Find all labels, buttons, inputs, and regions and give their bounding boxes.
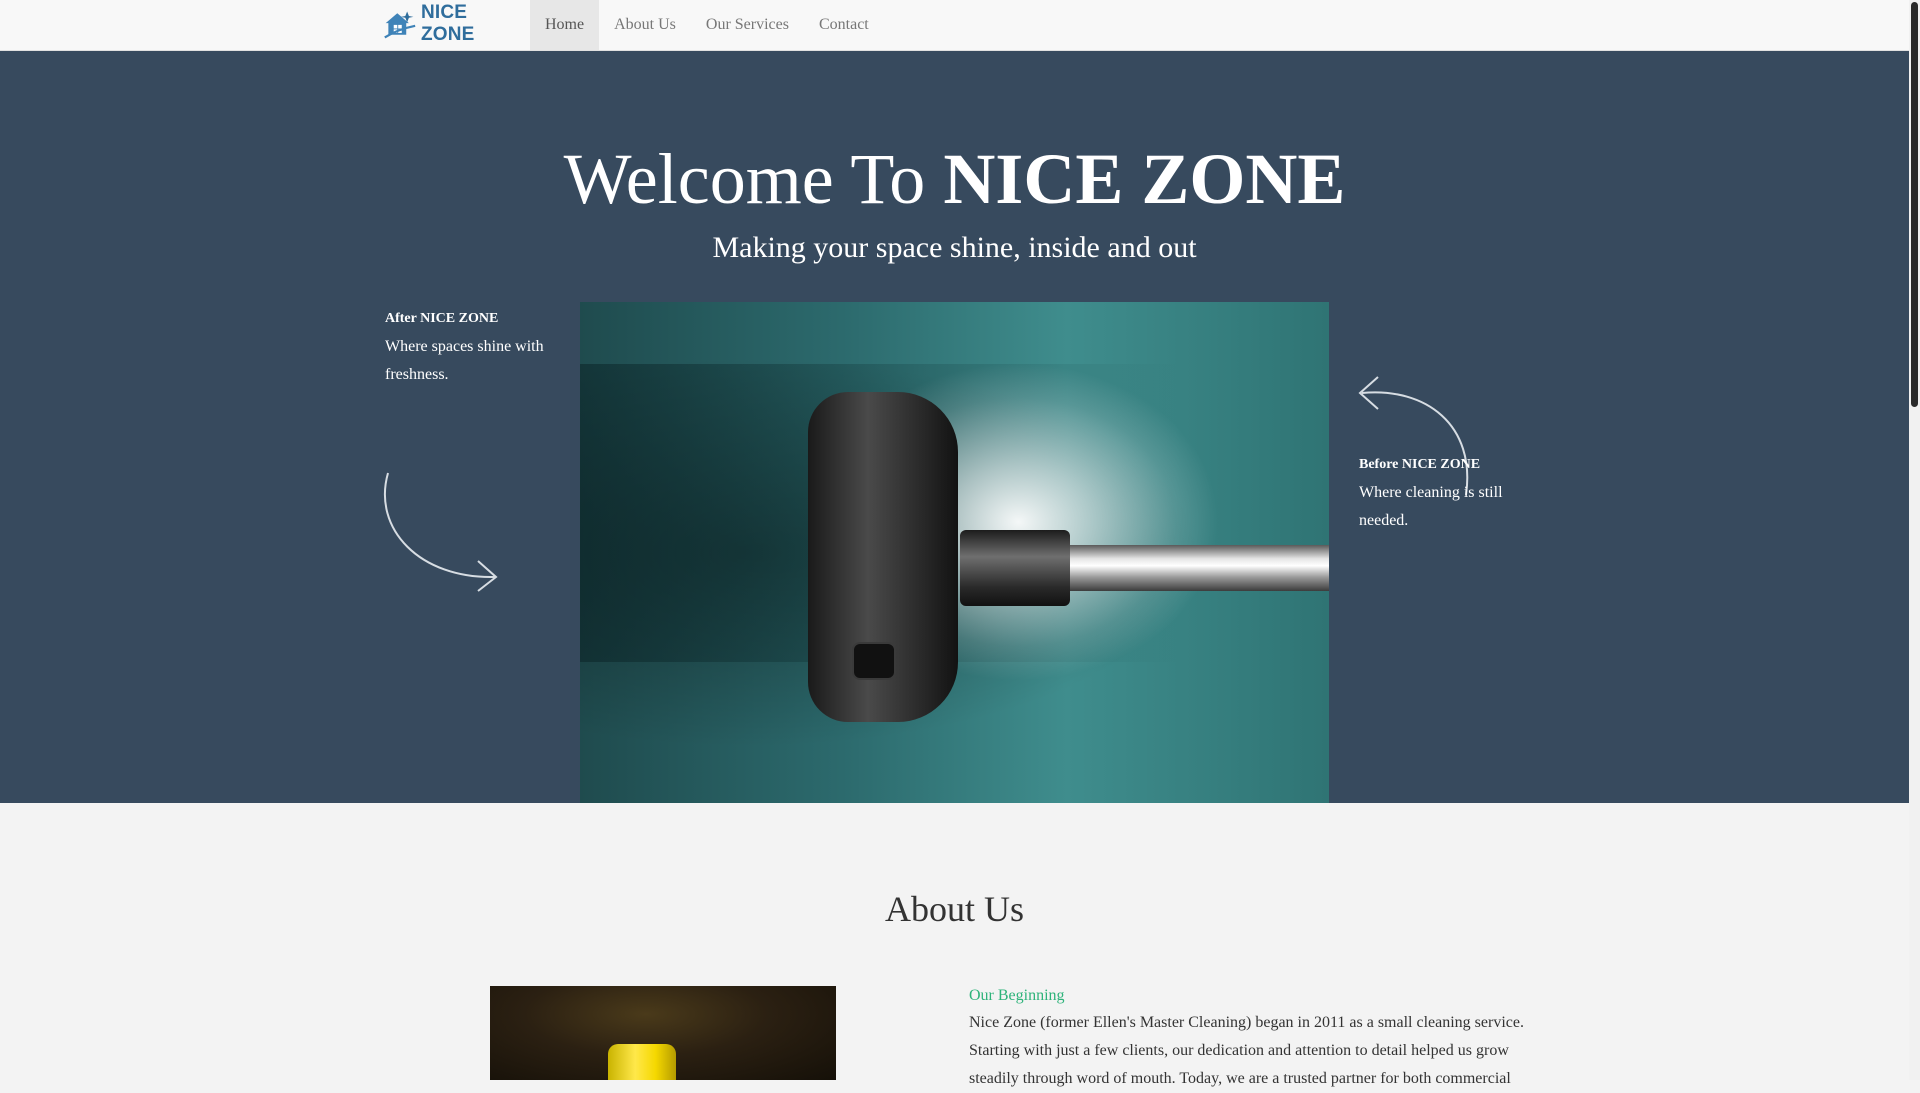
house-sparkle-icon bbox=[384, 11, 416, 39]
after-heading: After NICE ZONE bbox=[385, 311, 499, 326]
nav-item-about-us[interactable]: About Us bbox=[599, 0, 691, 50]
hero-title: Welcome To NICE ZONE bbox=[0, 138, 1909, 220]
about-text: Nice Zone (former Ellen's Master Cleanin… bbox=[969, 1014, 1524, 1087]
nav-item-home[interactable]: Home bbox=[530, 0, 600, 50]
after-caption: After NICE ZONE Where spaces shine with … bbox=[385, 311, 555, 389]
nav-item-contact[interactable]: Contact bbox=[804, 0, 884, 50]
after-text: Where spaces shine with freshness. bbox=[385, 338, 544, 383]
before-heading: Before NICE ZONE bbox=[1359, 457, 1481, 472]
logo-text: NICE ZONE bbox=[420, 2, 475, 45]
about-subheading: Our Beginning bbox=[969, 987, 1065, 1004]
hero-section: Welcome To NICE ZONE Making your space s… bbox=[0, 51, 1909, 803]
before-text: Where cleaning is still needed. bbox=[1359, 484, 1503, 529]
before-caption: Before NICE ZONE Where cleaning is still… bbox=[1359, 457, 1529, 535]
scrollbar-thumb[interactable] bbox=[1911, 2, 1918, 407]
logo-link[interactable]: NICE ZONE bbox=[383, 2, 515, 45]
hero-subtitle: Making your space shine, inside and out bbox=[712, 231, 1197, 264]
about-cleaning-photo bbox=[490, 986, 836, 1080]
page-scrollbar[interactable] bbox=[1909, 0, 1920, 1080]
navbar: NICE ZONE Home About Us Our Services Con… bbox=[0, 0, 1909, 51]
curved-arrow-right-icon bbox=[383, 472, 498, 592]
hero-title-prefix: Welcome To bbox=[563, 139, 926, 219]
about-title: About Us bbox=[884, 889, 1024, 929]
nav-item-our-services[interactable]: Our Services bbox=[691, 0, 804, 50]
hero-title-brand: NICE ZONE bbox=[943, 139, 1346, 219]
hero-vacuum-photo bbox=[580, 302, 1329, 803]
main-nav: Home About Us Our Services Contact bbox=[530, 0, 884, 50]
